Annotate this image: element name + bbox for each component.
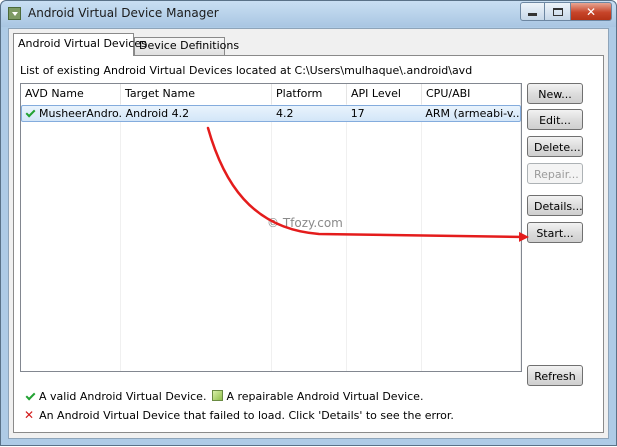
cell-avd-name: MusheerAndro... (22, 106, 122, 121)
cell-cpu-abi: ARM (armeabi-v... (425, 107, 520, 120)
window-title: Android Virtual Device Manager (28, 6, 219, 20)
valid-check-icon (25, 107, 36, 118)
minimize-icon (528, 13, 537, 16)
refresh-button[interactable]: Refresh (527, 365, 583, 386)
column-header-platform[interactable]: Platform (272, 84, 347, 104)
tab-android-virtual-devices[interactable]: Android Virtual Devices (13, 33, 147, 56)
cell-target-name: Android 4.2 (125, 107, 190, 120)
table-row[interactable]: MusheerAndro... Android 4.2 4.2 17 ARM (… (21, 105, 521, 122)
watermark-text: © Tfozy.com (267, 216, 343, 230)
repairable-icon (212, 390, 224, 401)
title-bar[interactable]: Android Virtual Device Manager ✕ (1, 1, 616, 27)
close-icon: ✕ (585, 4, 597, 19)
edit-button[interactable]: Edit... (527, 109, 583, 130)
legend-line-2: ✕ An Android Virtual Device that failed t… (24, 408, 454, 422)
column-header-api-level[interactable]: API Level (347, 84, 422, 104)
cell-api-level: 17 (350, 107, 365, 120)
start-button[interactable]: Start... (527, 222, 583, 243)
delete-button[interactable]: Delete... (527, 136, 583, 157)
details-button[interactable]: Details... (527, 195, 583, 216)
android-app-icon (8, 7, 21, 20)
table-header: AVD Name Target Name Platform API Level … (21, 84, 521, 104)
close-button[interactable]: ✕ (570, 2, 612, 21)
avd-manager-window: Android Virtual Device Manager ✕ Android… (0, 0, 617, 446)
maximize-icon (552, 7, 563, 16)
legend-repairable-text: A repairable Android Virtual Device. (226, 390, 424, 403)
column-grid-lines (21, 104, 521, 371)
column-header-avd-name[interactable]: AVD Name (21, 84, 121, 104)
avd-tab-panel: List of existing Android Virtual Devices… (13, 55, 604, 433)
avd-name-text: MusheerAndro... (39, 107, 122, 120)
valid-check-icon (25, 390, 36, 401)
cell-platform: 4.2 (275, 107, 294, 120)
tab-device-definitions[interactable]: Device Definitions (134, 37, 239, 55)
legend-line-1: A valid Android Virtual Device. A repaira… (24, 390, 423, 403)
legend-valid-text: A valid Android Virtual Device. (39, 390, 207, 403)
avd-location-label: List of existing Android Virtual Devices… (20, 64, 473, 77)
column-header-cpu-abi[interactable]: CPU/ABI (422, 84, 521, 104)
legend-failed-text: An Android Virtual Device that failed to… (39, 409, 454, 422)
failed-cross-icon: ✕ (24, 408, 35, 422)
minimize-button[interactable] (520, 2, 545, 21)
new-button[interactable]: New... (527, 83, 583, 104)
column-header-target-name[interactable]: Target Name (121, 84, 272, 104)
client-area: Android Virtual Devices Device Definitio… (8, 28, 609, 439)
repair-button[interactable]: Repair... (527, 163, 583, 184)
maximize-button[interactable] (545, 2, 570, 21)
